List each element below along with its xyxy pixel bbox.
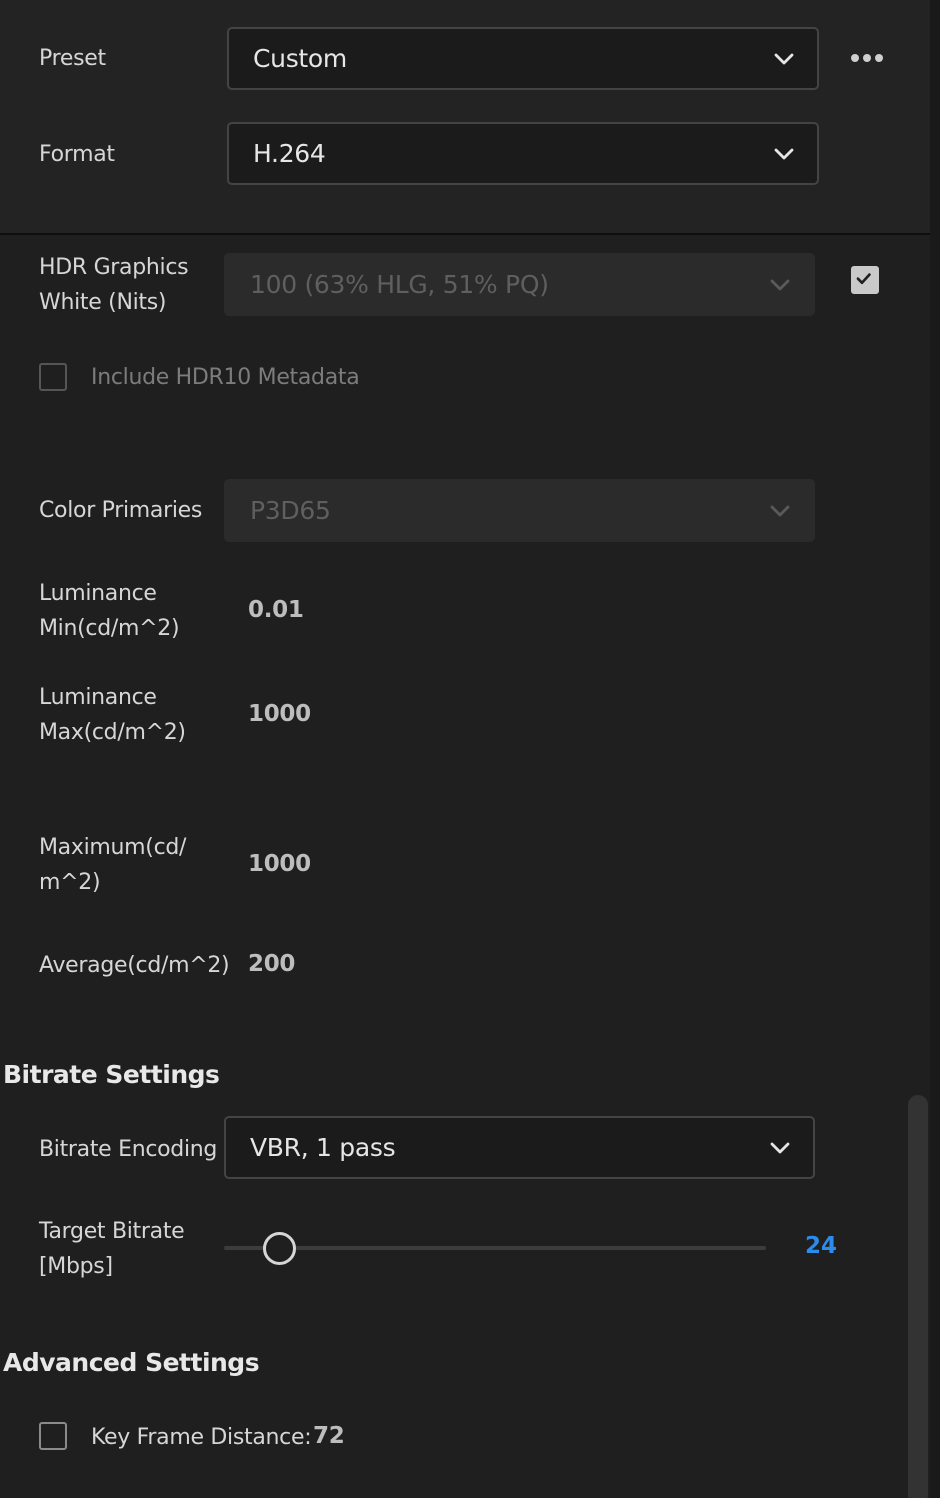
average-value[interactable]: 200 (248, 951, 295, 977)
advanced-settings-title: Advanced Settings (3, 1348, 260, 1377)
checkmark-icon (856, 273, 871, 285)
hdr-graphics-white-value: 100 (63% HLG, 51% PQ) (250, 270, 549, 299)
target-bitrate-value[interactable]: 24 (805, 1233, 837, 1259)
key-frame-distance-label: Key Frame Distance: (91, 1425, 312, 1450)
hdr-graphics-white-checkbox[interactable] (851, 266, 879, 294)
hdr-graphics-white-dropdown: 100 (63% HLG, 51% PQ) (224, 253, 815, 316)
window-edge (930, 0, 940, 1498)
average-label: Average(cd/m^2) (39, 953, 230, 978)
bitrate-encoding-dropdown[interactable]: VBR, 1 pass (224, 1116, 815, 1179)
luminance-max-label-line2: Max(cd/m^2) (39, 720, 186, 745)
target-bitrate-slider-track[interactable] (224, 1246, 766, 1250)
include-hdr10-metadata-label: Include HDR10 Metadata (91, 365, 360, 390)
luminance-min-value[interactable]: 0.01 (248, 597, 304, 623)
color-primaries-label: Color Primaries (39, 498, 203, 523)
export-settings-panel: Preset Custom Format H.264 HDR Graphics … (0, 0, 940, 1498)
key-frame-distance-value[interactable]: 72 (313, 1423, 345, 1449)
chevron-down-icon (770, 505, 790, 516)
luminance-min-label-line2: Min(cd/m^2) (39, 616, 180, 641)
target-bitrate-label-line2: [Mbps] (39, 1254, 113, 1279)
format-dropdown[interactable]: H.264 (227, 122, 819, 185)
maximum-label-line2: m^2) (39, 870, 101, 895)
include-hdr10-metadata-checkbox[interactable] (39, 363, 67, 391)
chevron-down-icon (770, 1142, 790, 1153)
luminance-max-label-line1: Luminance (39, 685, 157, 710)
color-primaries-value: P3D65 (250, 496, 331, 525)
more-horizontal-icon[interactable] (848, 47, 888, 69)
format-value: H.264 (253, 139, 326, 168)
bitrate-encoding-label: Bitrate Encoding (39, 1137, 218, 1162)
format-label: Format (39, 142, 115, 167)
luminance-min-label-line1: Luminance (39, 581, 157, 606)
scrollbar-thumb[interactable] (908, 1095, 928, 1498)
luminance-max-value[interactable]: 1000 (248, 701, 311, 727)
preset-label: Preset (39, 46, 106, 71)
maximum-label-line1: Maximum(cd/ (39, 835, 187, 860)
chevron-down-icon (774, 53, 794, 64)
target-bitrate-slider-thumb[interactable] (263, 1232, 296, 1265)
hdr-graphics-white-label-line1: HDR Graphics (39, 255, 189, 280)
chevron-down-icon (770, 279, 790, 290)
key-frame-distance-checkbox[interactable] (39, 1422, 67, 1450)
color-primaries-dropdown: P3D65 (224, 479, 815, 542)
preset-value: Custom (253, 44, 347, 73)
target-bitrate-label-line1: Target Bitrate (39, 1219, 185, 1244)
hdr-graphics-white-label-line2: White (Nits) (39, 290, 167, 315)
bitrate-settings-title: Bitrate Settings (3, 1060, 220, 1089)
maximum-value[interactable]: 1000 (248, 851, 311, 877)
preset-dropdown[interactable]: Custom (227, 27, 819, 90)
chevron-down-icon (774, 148, 794, 159)
bitrate-encoding-value: VBR, 1 pass (250, 1133, 396, 1162)
